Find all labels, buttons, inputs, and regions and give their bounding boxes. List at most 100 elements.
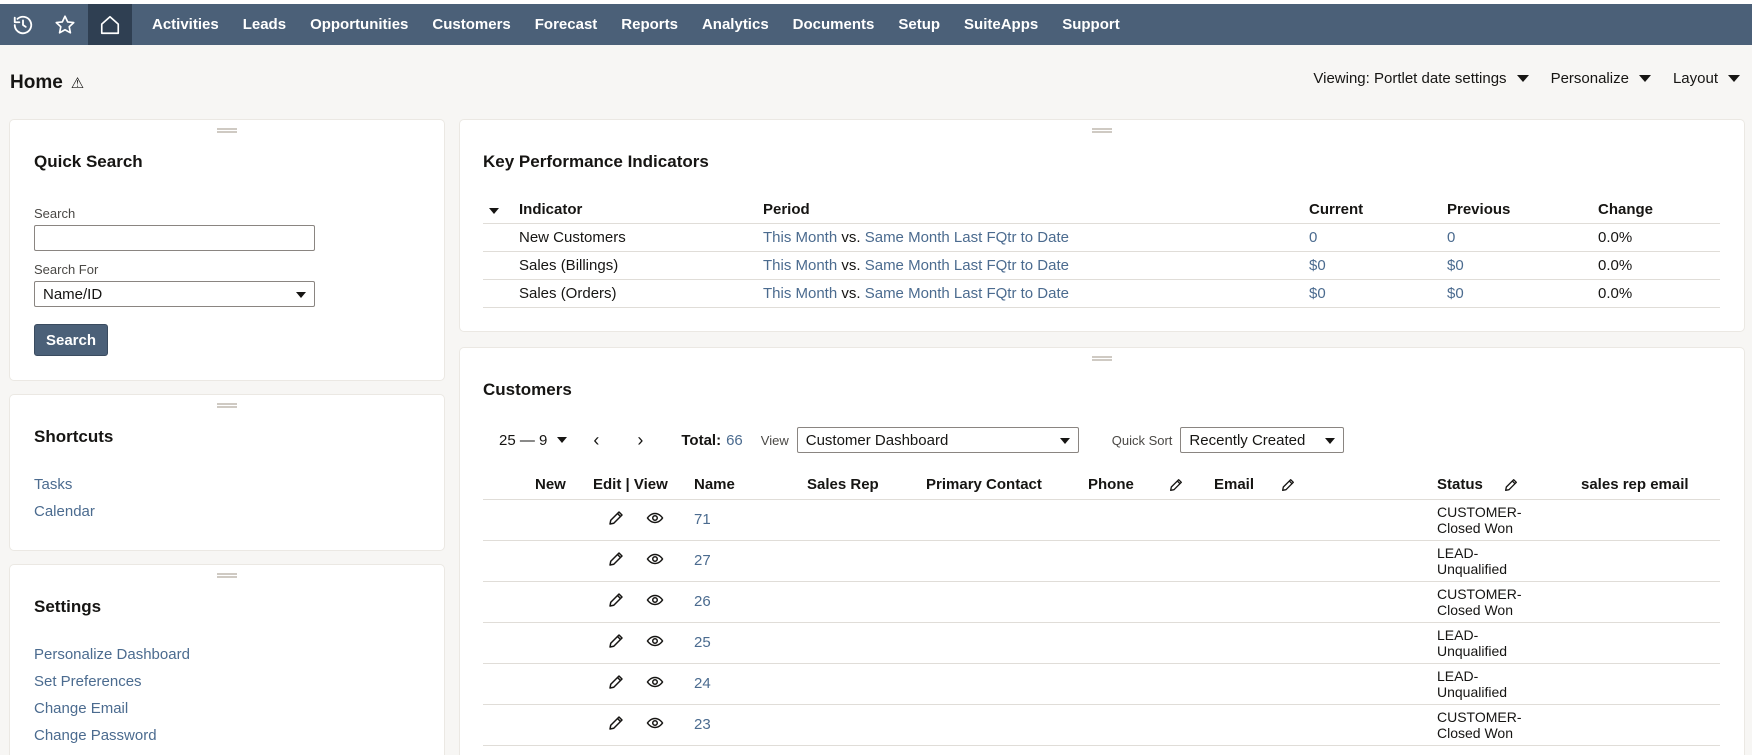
eye-view-icon[interactable] xyxy=(645,672,665,692)
header-phone[interactable]: Phone xyxy=(1088,476,1134,493)
kpi-row: Sales (Orders) This Month vs. Same Month … xyxy=(483,279,1720,308)
kpi-collapse-toggle[interactable] xyxy=(483,197,519,224)
eye-view-icon[interactable] xyxy=(645,590,665,610)
kpi-row: Sales (Billings) This Month vs. Same Mont… xyxy=(483,251,1720,280)
nav-item-opportunities[interactable]: Opportunities xyxy=(298,4,420,45)
customer-name-link[interactable]: 23 xyxy=(694,716,711,733)
search-input[interactable] xyxy=(34,225,315,251)
kpi-previous-link[interactable]: $0 xyxy=(1447,285,1464,302)
pencil-edit-icon[interactable] xyxy=(1280,477,1296,493)
kpi-row: New Customers This Month vs. Same Month L… xyxy=(483,223,1720,252)
table-row: 71 CUSTOMER- Closed Won xyxy=(483,499,1720,541)
status-line-2: Unqualified xyxy=(1437,683,1508,700)
table-row: 24 LEAD- Unqualified xyxy=(483,663,1720,705)
customer-name-link[interactable]: 24 xyxy=(694,675,711,692)
pencil-edit-icon[interactable] xyxy=(1503,477,1519,493)
kpi-period-compare-link[interactable]: Same Month Last FQtr to Date xyxy=(865,285,1069,302)
chevron-right-icon[interactable]: › xyxy=(637,430,643,451)
kpi-period-compare-link[interactable]: Same Month Last FQtr to Date xyxy=(865,229,1069,246)
nav-item-setup[interactable]: Setup xyxy=(886,4,952,45)
header-status[interactable]: Status xyxy=(1437,476,1483,493)
pencil-edit-icon[interactable] xyxy=(606,672,626,692)
chevron-left-icon[interactable]: ‹ xyxy=(593,430,599,451)
status-line-1: LEAD- xyxy=(1437,667,1479,684)
table-row: 26 CUSTOMER- Closed Won xyxy=(483,581,1720,623)
eye-view-icon[interactable] xyxy=(645,713,665,733)
nav-item-activities[interactable]: Activities xyxy=(140,4,231,45)
settings-portlet: Settings Personalize Dashboard Set Prefe… xyxy=(10,565,444,755)
nav-item-documents[interactable]: Documents xyxy=(781,4,887,45)
kpi-change: 0.0% xyxy=(1598,223,1720,252)
pencil-edit-icon[interactable] xyxy=(606,549,626,569)
shortcut-link-calendar[interactable]: Calendar xyxy=(34,498,95,525)
portlet-title: Quick Search xyxy=(34,152,143,171)
search-button[interactable]: Search xyxy=(34,324,108,356)
layout-dropdown[interactable]: Layout xyxy=(1673,70,1740,87)
view-select[interactable]: Customer Dashboard xyxy=(796,427,1079,453)
kpi-header-previous: Previous xyxy=(1447,197,1598,224)
drag-handle[interactable] xyxy=(217,128,237,133)
drag-handle[interactable] xyxy=(217,573,237,578)
eye-view-icon[interactable] xyxy=(645,508,665,528)
pencil-edit-icon[interactable] xyxy=(606,508,626,528)
customer-name-link[interactable]: 27 xyxy=(694,552,711,569)
kpi-period: This Month vs. Same Month Last FQtr to D… xyxy=(763,279,1309,308)
kpi-current-link[interactable]: $0 xyxy=(1309,257,1326,274)
star-favorites-icon[interactable] xyxy=(46,4,84,45)
customer-name-link[interactable]: 26 xyxy=(694,593,711,610)
nav-item-forecast[interactable]: Forecast xyxy=(523,4,610,45)
pencil-edit-icon[interactable] xyxy=(606,713,626,733)
nav-item-support[interactable]: Support xyxy=(1050,4,1132,45)
home-icon[interactable] xyxy=(88,4,132,45)
kpi-cell-spacer xyxy=(483,223,519,252)
header-new[interactable]: New xyxy=(535,471,593,500)
warning-icon[interactable]: ⚠ xyxy=(71,74,84,92)
settings-link-set-preferences[interactable]: Set Preferences xyxy=(34,668,190,695)
drag-handle[interactable] xyxy=(1092,128,1112,133)
quick-sort-select[interactable]: Recently Created xyxy=(1180,427,1345,453)
pencil-edit-icon[interactable] xyxy=(1168,477,1184,493)
kpi-current-link[interactable]: $0 xyxy=(1309,285,1326,302)
chevron-down-icon xyxy=(489,208,499,215)
recent-history-icon[interactable] xyxy=(4,4,42,45)
viewing-dropdown[interactable]: Viewing: Portlet date settings xyxy=(1313,70,1529,87)
nav-item-customers[interactable]: Customers xyxy=(420,4,522,45)
personalize-dropdown[interactable]: Personalize xyxy=(1551,70,1651,87)
search-for-select[interactable]: Name/ID xyxy=(34,281,315,307)
kpi-period-current-link[interactable]: This Month xyxy=(763,229,837,246)
search-for-value: Name/ID xyxy=(43,285,103,303)
eye-view-icon[interactable] xyxy=(645,631,665,651)
page-title-text: Home xyxy=(10,72,63,93)
kpi-previous-link[interactable]: $0 xyxy=(1447,257,1464,274)
settings-link-personalize-dashboard[interactable]: Personalize Dashboard xyxy=(34,641,190,668)
settings-link-change-email[interactable]: Change Email xyxy=(34,695,190,722)
header-phone-col: Phone xyxy=(1088,471,1214,500)
kpi-period-compare-link[interactable]: Same Month Last FQtr to Date xyxy=(865,257,1069,274)
drag-handle[interactable] xyxy=(1092,356,1112,361)
customer-name-link[interactable]: 71 xyxy=(694,511,711,528)
header-name[interactable]: Name xyxy=(694,471,807,500)
nav-item-suiteapps[interactable]: SuiteApps xyxy=(952,4,1050,45)
kpi-period-current-link[interactable]: This Month xyxy=(763,257,837,274)
eye-view-icon[interactable] xyxy=(645,549,665,569)
page-range-dropdown[interactable]: 25 — 9 xyxy=(499,432,568,449)
shortcut-link-tasks[interactable]: Tasks xyxy=(34,471,95,498)
customer-name-link[interactable]: 25 xyxy=(694,634,711,651)
pencil-edit-icon[interactable] xyxy=(606,631,626,651)
settings-link-change-password[interactable]: Change Password xyxy=(34,722,190,749)
nav-item-analytics[interactable]: Analytics xyxy=(690,4,781,45)
header-sales-rep[interactable]: Sales Rep xyxy=(807,471,926,500)
header-sales-rep-email[interactable]: sales rep email xyxy=(1581,471,1720,500)
nav-item-leads[interactable]: Leads xyxy=(231,4,298,45)
nav-item-reports[interactable]: Reports xyxy=(609,4,690,45)
kpi-period-current-link[interactable]: This Month xyxy=(763,285,837,302)
header-email[interactable]: Email xyxy=(1214,476,1254,493)
kpi-previous-link[interactable]: 0 xyxy=(1447,229,1455,246)
chevron-down-icon xyxy=(1325,438,1336,444)
pencil-edit-icon[interactable] xyxy=(606,590,626,610)
header-primary-contact[interactable]: Primary Contact xyxy=(926,471,1088,500)
kpi-current-link[interactable]: 0 xyxy=(1309,229,1317,246)
quick-search-portlet: Quick Search Search Search For Name/ID S… xyxy=(10,120,444,380)
status-cell: LEAD- Unqualified xyxy=(1437,540,1581,582)
drag-handle[interactable] xyxy=(217,403,237,408)
